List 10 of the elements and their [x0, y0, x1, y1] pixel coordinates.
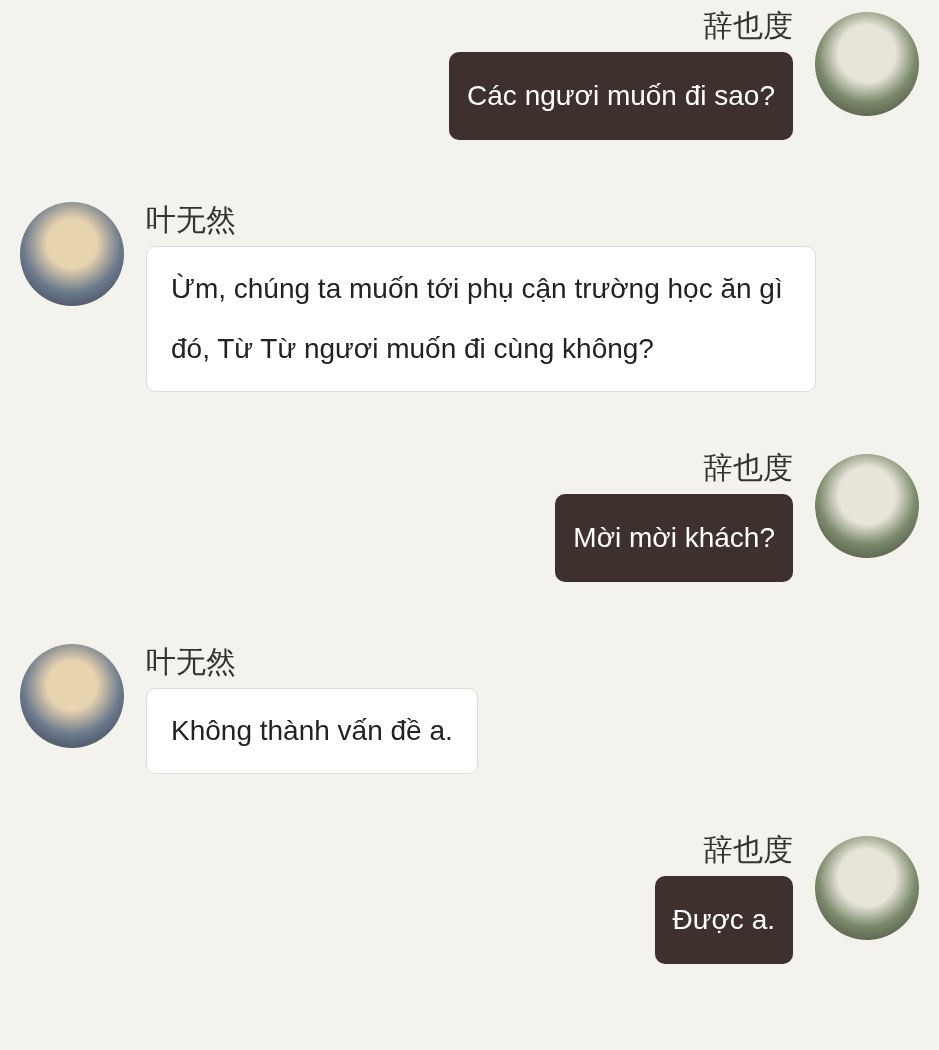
sender-name: 辞也度	[703, 832, 793, 868]
sender-name: 辞也度	[703, 8, 793, 44]
sender-name: 叶无然	[146, 644, 236, 680]
message-bubble: Các ngươi muốn đi sao?	[449, 52, 793, 140]
message-bubble: Được a.	[654, 876, 793, 964]
message-bubble: Mời mời khách?	[555, 494, 793, 582]
message-bubble: Ừm, chúng ta muốn tới phụ cận trường học ăn gì đó, Từ Từ ngươi muốn đi cùng không?	[146, 246, 816, 392]
sender-name: 叶无然	[146, 202, 236, 238]
sender-name: 辞也度	[703, 450, 793, 486]
message-bubble: Không thành vấn đề a.	[146, 688, 478, 774]
